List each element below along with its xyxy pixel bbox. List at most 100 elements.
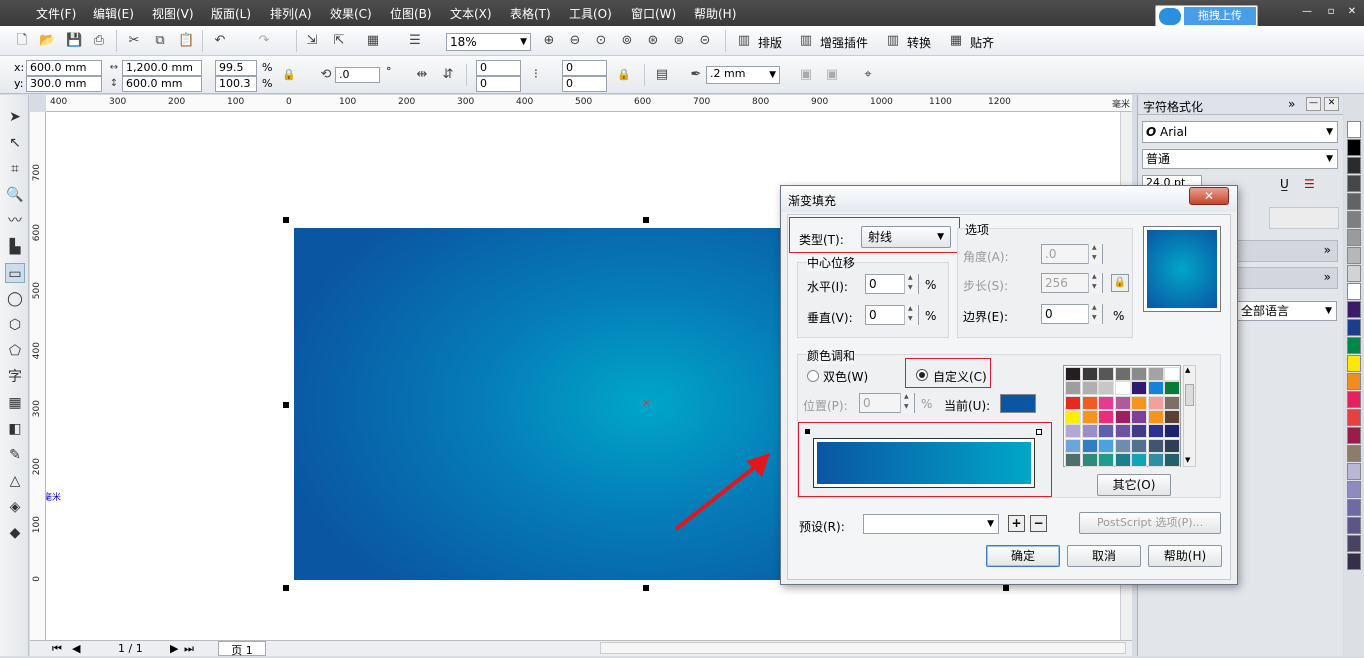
import-icon[interactable]: ⇲ bbox=[304, 33, 320, 49]
plugin-icon[interactable]: ▥ bbox=[798, 33, 814, 49]
color-cell[interactable] bbox=[1131, 381, 1147, 396]
color-cell[interactable] bbox=[1098, 381, 1114, 396]
close-icon[interactable]: ✕ bbox=[1345, 6, 1359, 18]
color-cell[interactable] bbox=[1131, 452, 1147, 467]
gradient-preview[interactable] bbox=[1147, 230, 1217, 308]
corner-lock-icon[interactable]: 🔒 bbox=[616, 67, 632, 83]
color-cell[interactable] bbox=[1065, 381, 1081, 396]
palette-swatch[interactable] bbox=[1347, 319, 1361, 336]
zoom-tool-icon[interactable]: 🔍 bbox=[5, 185, 25, 205]
color-cell[interactable] bbox=[1147, 367, 1164, 381]
shape-tool-icon[interactable]: ↖ bbox=[5, 133, 25, 153]
menu-layout[interactable]: 版面(L) bbox=[211, 5, 251, 22]
steps-spinner[interactable] bbox=[1088, 273, 1102, 293]
end-color-marker[interactable] bbox=[1036, 429, 1042, 435]
menu-view[interactable]: 视图(V) bbox=[152, 5, 194, 22]
color-cell[interactable] bbox=[1098, 409, 1114, 424]
corner-top-left-field[interactable]: 0 bbox=[476, 60, 521, 76]
palette-swatch[interactable] bbox=[1347, 481, 1361, 498]
horizontal-spinner[interactable] bbox=[904, 274, 918, 294]
menu-edit[interactable]: 编辑(E) bbox=[93, 5, 134, 22]
open-icon[interactable]: 📂 bbox=[39, 33, 55, 49]
convert-to-curves-icon[interactable]: ⌖ bbox=[860, 67, 876, 83]
color-cell[interactable] bbox=[1065, 395, 1081, 410]
minimize-icon[interactable]: — bbox=[1306, 97, 1321, 111]
palette-swatch[interactable] bbox=[1347, 553, 1361, 570]
zoom-page-icon[interactable]: ⊛ bbox=[645, 33, 661, 49]
palette-swatch[interactable] bbox=[1347, 139, 1361, 156]
angle-spinner[interactable] bbox=[1088, 244, 1102, 264]
corner-bottom-left-field[interactable]: 0 bbox=[476, 76, 521, 92]
close-icon[interactable]: ✕ bbox=[1324, 97, 1339, 111]
color-cell[interactable] bbox=[1065, 409, 1081, 424]
start-color-marker[interactable] bbox=[805, 429, 810, 434]
crop-tool-icon[interactable]: ⌗ bbox=[5, 159, 25, 179]
palette-swatch[interactable] bbox=[1347, 229, 1361, 246]
scroll-up-icon[interactable]: ▲ bbox=[1185, 366, 1190, 374]
lock-icon[interactable]: 🔒 bbox=[281, 67, 297, 83]
palette-swatch[interactable] bbox=[1347, 247, 1361, 264]
zoom-height-icon[interactable]: ⊝ bbox=[697, 33, 713, 49]
width-field[interactable]: 1,200.0 mm bbox=[122, 60, 202, 76]
table-tool-icon[interactable]: ▦ bbox=[5, 393, 25, 413]
to-front-icon[interactable]: ▣ bbox=[798, 67, 814, 83]
selection-handle[interactable] bbox=[643, 585, 649, 591]
color-cell[interactable] bbox=[1065, 367, 1081, 381]
color-cell[interactable] bbox=[1098, 438, 1114, 453]
color-cell[interactable] bbox=[1065, 424, 1081, 439]
corner-bottom-right-field[interactable]: 0 bbox=[562, 76, 607, 92]
palette-swatch[interactable] bbox=[1347, 355, 1361, 372]
palette-swatch[interactable] bbox=[1347, 265, 1361, 282]
palette-swatch[interactable] bbox=[1347, 211, 1361, 228]
color-cell[interactable] bbox=[1098, 395, 1114, 410]
color-cell[interactable] bbox=[1114, 438, 1131, 453]
welcome-icon[interactable]: ☰ bbox=[407, 33, 423, 49]
two-color-radio[interactable] bbox=[807, 370, 819, 382]
color-cell[interactable] bbox=[1164, 381, 1180, 396]
zoom-out-icon[interactable]: ⊖ bbox=[567, 33, 583, 49]
color-cell[interactable] bbox=[1065, 452, 1081, 467]
cut-icon[interactable]: ✂ bbox=[126, 33, 142, 49]
zoom-in-icon[interactable]: ⊕ bbox=[541, 33, 557, 49]
mirror-horizontal-icon[interactable]: ⇹ bbox=[414, 67, 430, 83]
expand-icon[interactable]: » bbox=[1288, 97, 1295, 111]
color-cell[interactable] bbox=[1131, 438, 1147, 453]
pick-tool-icon[interactable]: ➤ bbox=[5, 107, 25, 127]
first-page-icon[interactable]: ⏮ bbox=[52, 642, 62, 656]
menu-bitmaps[interactable]: 位图(B) bbox=[390, 5, 432, 22]
horizontal-ruler[interactable]: 400 300 200 100 0 100 200 300 400 500 600 700 800 900… bbox=[46, 95, 1132, 112]
menu-table[interactable]: 表格(T) bbox=[510, 5, 551, 22]
corner-top-right-field[interactable]: 0 bbox=[562, 60, 607, 76]
export-icon[interactable]: ⇱ bbox=[331, 33, 347, 49]
palette-swatch[interactable] bbox=[1347, 427, 1361, 444]
color-cell[interactable] bbox=[1164, 424, 1180, 439]
fill-tool-icon[interactable]: ◈ bbox=[5, 497, 25, 517]
palette-swatch[interactable] bbox=[1347, 409, 1361, 426]
palette-swatch[interactable] bbox=[1347, 283, 1361, 300]
interactive-fill-icon[interactable]: ◆ bbox=[5, 523, 25, 543]
color-cell[interactable] bbox=[1164, 395, 1180, 410]
color-cell[interactable] bbox=[1164, 409, 1180, 424]
color-cell[interactable] bbox=[1114, 409, 1131, 424]
print-icon[interactable]: ⎙ bbox=[91, 33, 107, 49]
color-cell[interactable] bbox=[1098, 367, 1114, 381]
color-cell[interactable] bbox=[1114, 395, 1131, 410]
palette-swatch[interactable] bbox=[1347, 193, 1361, 210]
copy-icon[interactable]: ⧉ bbox=[152, 33, 168, 49]
y-position-field[interactable]: 300.0 mm bbox=[26, 76, 102, 92]
presets-dropdown[interactable]: ▼ bbox=[863, 514, 999, 534]
zoom-all-icon[interactable]: ⊚ bbox=[619, 33, 635, 49]
lock-icon[interactable]: 🔒 bbox=[1111, 274, 1129, 292]
color-cell[interactable] bbox=[1114, 367, 1131, 381]
palette-swatch[interactable] bbox=[1347, 535, 1361, 552]
mirror-vertical-icon[interactable]: ⇵ bbox=[440, 67, 456, 83]
restore-icon[interactable]: ▫ bbox=[1324, 6, 1338, 18]
palette-swatch[interactable] bbox=[1347, 373, 1361, 390]
palette-swatch[interactable] bbox=[1347, 499, 1361, 516]
color-cell[interactable] bbox=[1131, 395, 1147, 410]
kerning-field[interactable] bbox=[1269, 207, 1339, 229]
color-cell[interactable] bbox=[1131, 409, 1147, 424]
text-tool-icon[interactable]: 字 bbox=[5, 367, 25, 387]
color-cell[interactable] bbox=[1081, 409, 1098, 424]
current-color-swatch[interactable] bbox=[1000, 394, 1036, 413]
